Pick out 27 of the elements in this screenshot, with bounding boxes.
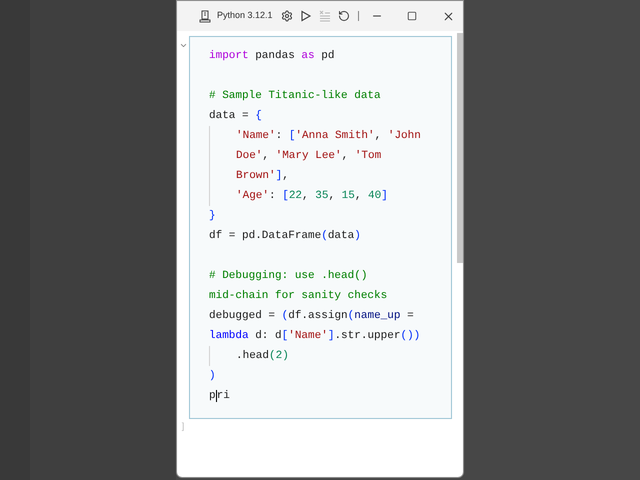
scrollbar-thumb[interactable] — [457, 33, 463, 263]
fold-chevron-icon[interactable] — [178, 41, 188, 50]
restart-icon[interactable] — [338, 10, 350, 22]
code-line: Brown'], — [236, 168, 289, 184]
code-line: mid-chain for sanity checks — [209, 288, 388, 304]
kernel-name[interactable]: Python 3.12.1 — [217, 9, 273, 23]
code-line: Doe', 'Mary Lee', 'Tom — [236, 148, 382, 164]
settings-icon[interactable] — [280, 10, 293, 22]
code-line: .head(2) — [236, 348, 289, 364]
execution-marker: ] — [182, 420, 184, 433]
maximize-icon[interactable] — [406, 11, 417, 21]
close-icon[interactable] — [442, 10, 455, 22]
code-line: df = pd.DataFrame(data) — [209, 228, 361, 244]
code-line: ) — [209, 368, 216, 384]
code-line: # Sample Titanic-like data — [209, 88, 381, 104]
code-line: 'Age': [22, 35, 15, 40] — [236, 188, 388, 204]
code-line: } — [209, 208, 216, 224]
kernel-icon — [199, 10, 211, 22]
code-line: debugged = (df.assign(name_up = — [209, 308, 414, 324]
code-line: # Debugging: use .head() — [209, 268, 368, 284]
code-line: 'Name': ['Anna Smith', 'John — [236, 128, 421, 144]
code-line: import pandas as pd — [209, 48, 334, 64]
code-line: lambda d: d['Name'].str.upper()) — [209, 328, 420, 344]
code-line: p ri — [209, 388, 230, 404]
run-icon[interactable] — [300, 10, 312, 22]
code-line: data = { — [209, 108, 262, 124]
code-cell[interactable] — [189, 36, 452, 419]
